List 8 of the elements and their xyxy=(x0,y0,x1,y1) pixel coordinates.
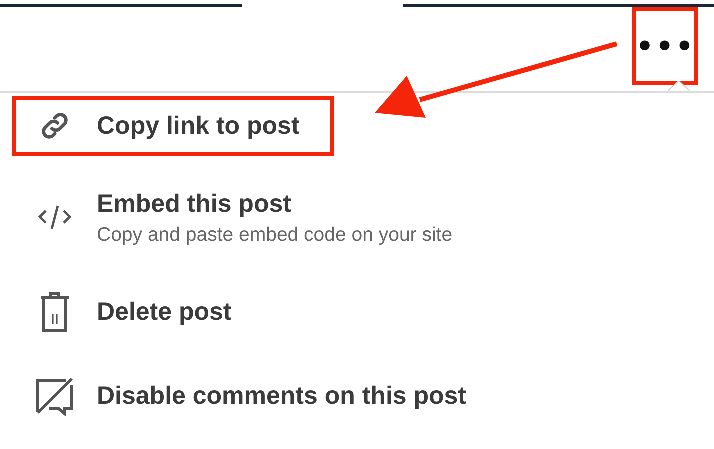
dropdown-caret xyxy=(668,81,690,91)
trash-icon xyxy=(38,290,72,334)
comment-off-icon xyxy=(35,376,75,416)
more-button[interactable]: ••• xyxy=(632,7,698,85)
menu-item[interactable]: Disable comments on this post xyxy=(12,364,471,428)
menu-item[interactable]: Embed this post Copy and paste embed code on your site xyxy=(12,174,457,260)
menu-item[interactable]: Delete post xyxy=(12,278,236,346)
menu-item[interactable]: Copy link to post xyxy=(12,96,334,156)
